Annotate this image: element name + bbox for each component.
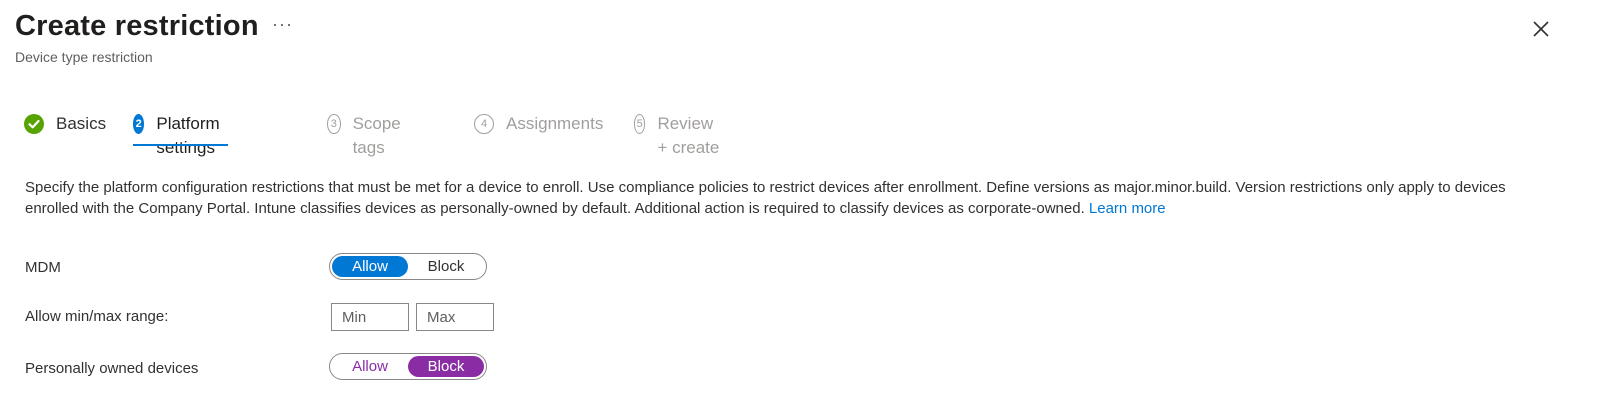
step-number-badge: 2 [133,114,145,134]
step-label: Scope tags [352,114,401,157]
description-text: Specify the platform configuration restr… [25,177,1555,219]
step-number-badge: 3 [327,114,341,134]
page-subtitle: Device type restriction [15,49,153,65]
range-label: Allow min/max range: [25,308,169,325]
mdm-block-option[interactable]: Block [408,256,484,277]
step-complete-check-icon [24,114,44,134]
mdm-toggle: Allow Block [329,253,487,280]
personal-devices-label: Personally owned devices [25,360,199,377]
min-version-input[interactable] [331,303,409,331]
step-review-create[interactable]: 5 Review + create [634,112,722,157]
close-button[interactable] [1530,18,1552,40]
step-basics[interactable]: Basics [24,112,106,146]
step-scope-tags[interactable]: 3 Scope tags [327,112,407,157]
step-label: Basics [56,114,107,133]
step-label: Assignments [506,114,604,133]
close-icon [1533,21,1549,37]
step-number-badge: 5 [634,114,646,134]
mdm-label: MDM [25,259,61,276]
learn-more-link[interactable]: Learn more [1089,200,1166,217]
more-options-button[interactable]: ··· [272,14,293,35]
personal-block-option[interactable]: Block [408,356,484,377]
mdm-allow-option[interactable]: Allow [332,256,408,277]
description-body: Specify the platform configuration restr… [25,179,1506,217]
step-label: Review + create [657,114,720,157]
personal-devices-toggle: Allow Block [329,353,487,380]
step-number-badge: 4 [474,114,494,134]
page-title: Create restriction [15,10,259,42]
personal-allow-option[interactable]: Allow [332,356,408,377]
step-platform-settings[interactable]: 2 Platform settings [133,112,229,157]
step-label: Platform settings [156,114,220,157]
max-version-input[interactable] [416,303,494,331]
step-assignments[interactable]: 4 Assignments [474,112,603,146]
